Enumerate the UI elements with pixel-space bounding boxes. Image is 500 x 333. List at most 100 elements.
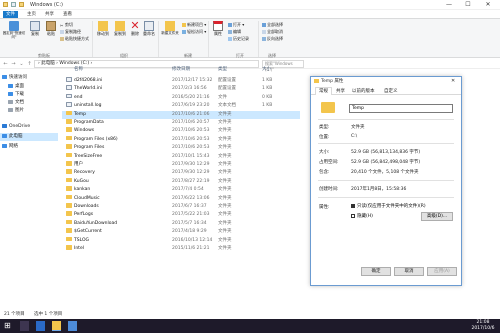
up-button[interactable]: ↑ (26, 60, 33, 68)
file-row[interactable]: CloudMusic 2017/6/22 13:06 文件夹 (62, 194, 300, 203)
nav-item[interactable]: OneDrive (0, 123, 58, 131)
file-row[interactable]: $GetCurrent 2017/4/18 9:29 文件夹 (62, 228, 300, 236)
delete-icon: ✕ (130, 19, 140, 32)
file-row[interactable]: Recovery 2017/9/30 12:29 文件夹 (62, 169, 300, 177)
file-row[interactable]: Intel 2015/11/6 21:21 文件夹 (62, 245, 300, 253)
history-button[interactable]: 历史记录 (228, 36, 249, 42)
invert-selection-button[interactable]: 反向选择 (262, 36, 283, 42)
copy-button[interactable]: 复制 (28, 21, 42, 37)
contains-value: 20,410 个文件，5,108 个文件夹 (351, 170, 419, 175)
edit-label: 编辑 (233, 29, 241, 34)
edit-button[interactable]: 编辑 (228, 29, 241, 35)
dialog-close-icon[interactable]: ✕ (451, 77, 455, 86)
column-header-type[interactable]: 类型 (218, 66, 227, 72)
file-row[interactable]: d2f42068.ini 2017/12/17 15:32 配置设置 1 KB (62, 77, 300, 85)
properties-button[interactable]: 属性 (211, 21, 225, 37)
hidden-checkbox[interactable]: 隐藏(H) (351, 213, 373, 219)
advanced-button[interactable]: 高级(D)... (421, 212, 453, 221)
copy-to-button[interactable]: 复制到 (112, 21, 128, 37)
file-name: Intel (74, 246, 84, 251)
file-row[interactable]: kankan 2017/7/4 0:54 文件夹 (62, 186, 300, 194)
forward-button[interactable]: → (10, 60, 17, 68)
nav-item[interactable]: 网络 (0, 143, 58, 151)
open-button[interactable]: 打开 ▾ (228, 22, 244, 28)
close-button[interactable]: ✕ (481, 0, 495, 10)
delete-button[interactable]: ✕ 删除 (129, 19, 141, 37)
nav-item[interactable]: 快速访问 (0, 74, 58, 82)
browser-icon[interactable] (36, 321, 45, 331)
cancel-button[interactable]: 取消 (394, 267, 424, 276)
file-row[interactable]: end 2016/5/20 21:16 文件 0 KB (62, 93, 300, 102)
minimize-button[interactable]: — (442, 0, 456, 10)
tab-view[interactable]: 查看 (60, 11, 75, 18)
move-to-button[interactable]: 移动到 (95, 21, 111, 37)
folder-icon (66, 177, 72, 183)
copy-path-icon (60, 30, 64, 34)
ok-button[interactable]: 确定 (361, 267, 391, 276)
file-row[interactable]: Program Files 2017/10/6 20:53 文件夹 (62, 144, 300, 152)
new-item-icon (182, 23, 186, 27)
paste-shortcut-button[interactable]: 粘贴快捷方式 (60, 36, 89, 42)
tab-home[interactable]: 主页 (24, 11, 39, 18)
file-explorer-icon[interactable] (52, 321, 61, 331)
paste-button[interactable]: 粘贴 (44, 21, 58, 37)
nav-item[interactable]: 桌面 (0, 83, 58, 91)
column-header-size[interactable]: 大小 (262, 66, 271, 72)
back-button[interactable]: ← (2, 60, 9, 68)
tab-sharing[interactable]: 共享 (333, 88, 348, 95)
cut-button[interactable]: ✂ 剪切 (60, 22, 73, 28)
select-all-button[interactable]: 全部选择 (262, 22, 283, 28)
nav-item-label: 下载 (15, 92, 24, 97)
column-header-name[interactable]: 名称 (74, 66, 83, 72)
file-name: uninstall.log (74, 103, 102, 109)
file-row[interactable]: ProgramData 2017/10/6 20:57 文件夹 (62, 119, 300, 127)
nav-item[interactable]: 图片 (0, 107, 58, 115)
file-row[interactable]: Program Files (x86) 2017/10/6 20:53 文件夹 (62, 135, 300, 144)
file-row[interactable]: PerfLogs 2017/5/22 21:03 文件夹 (62, 211, 300, 219)
select-none-icon (262, 30, 266, 34)
tab-file[interactable]: 文件 (3, 11, 18, 18)
pin-quick-access-button[interactable]: 固定到"快速访问" (2, 21, 26, 39)
file-row[interactable]: uninstall.log 2017/6/19 23:20 文本文档 1 KB (62, 102, 300, 110)
file-row[interactable]: TheWorld.ini 2017/2/3 16:56 配置设置 1 KB (62, 85, 300, 93)
file-type: 文件夹 (218, 229, 232, 235)
app-icon[interactable] (68, 321, 77, 331)
apply-button[interactable]: 应用(A) (427, 267, 457, 276)
folder-name-input[interactable]: Temp (349, 104, 453, 113)
file-row[interactable]: TreeSizeFree 2017/10/1 15:43 文件夹 (62, 152, 300, 161)
file-name: ProgramData (74, 120, 104, 125)
readonly-checkbox[interactable]: 只读(仅应用于文件夹中的文件)(R) (351, 203, 426, 209)
nav-item[interactable]: 下载 (0, 91, 58, 99)
file-row[interactable]: BaiduYunDownload 2017/5/7 16:34 文件夹 (62, 219, 300, 228)
file-type: 文件夹 (218, 220, 232, 226)
rename-button[interactable]: 重命名 (142, 21, 156, 37)
tab-customize[interactable]: 自定义 (381, 88, 401, 95)
task-view-icon[interactable] (20, 321, 29, 331)
tab-share[interactable]: 共享 (42, 11, 57, 18)
new-item-button[interactable]: 新建项目 ▾ (182, 22, 206, 28)
nav-item[interactable]: 文档 (0, 99, 58, 107)
file-row[interactable]: Downloads 2017/6/7 16:37 文件夹 (62, 203, 300, 211)
copy-path-button[interactable]: 复制路径 (60, 29, 81, 35)
tab-general[interactable]: 常规 (315, 87, 332, 95)
new-folder-icon[interactable] (19, 2, 24, 7)
file-row[interactable]: KuGou 2017/8/27 22:19 文件夹 (62, 177, 300, 186)
maximize-button[interactable]: ☐ (461, 0, 475, 10)
properties-dialog: Temp 属性 ✕ 常规 共享 以前的版本 自定义 Temp 类型: 文件夹 位… (310, 76, 462, 286)
new-folder-button[interactable]: 新建文件夹 (160, 21, 180, 36)
dialog-tabs: 常规 共享 以前的版本 自定义 (311, 86, 461, 95)
properties-icon[interactable] (11, 2, 16, 7)
file-row[interactable]: Windows 2017/10/6 20:53 文件夹 (62, 127, 300, 135)
rename-label: 重命名 (143, 31, 155, 36)
nav-item[interactable]: 此电脑 (0, 133, 58, 141)
column-header-date[interactable]: 修改日期 (172, 66, 190, 72)
select-none-button[interactable]: 全部取消 (262, 29, 283, 35)
easy-access-button[interactable]: 轻松访问 ▾ (182, 29, 206, 35)
recent-dropdown-button[interactable]: ⌄ (18, 60, 25, 68)
clock[interactable]: 21:08 2017/10/6 (468, 320, 498, 332)
file-row[interactable]: TSLOG 2016/10/13 12:14 文件夹 (62, 236, 300, 245)
tab-previous-versions[interactable]: 以前的版本 (349, 88, 378, 95)
file-row[interactable]: 用户 2017/9/30 12:29 文件夹 (62, 161, 300, 169)
start-windows-icon[interactable]: ⊞ (4, 321, 13, 331)
file-row[interactable]: Temp 2017/10/6 21:06 文件夹 (62, 110, 300, 119)
